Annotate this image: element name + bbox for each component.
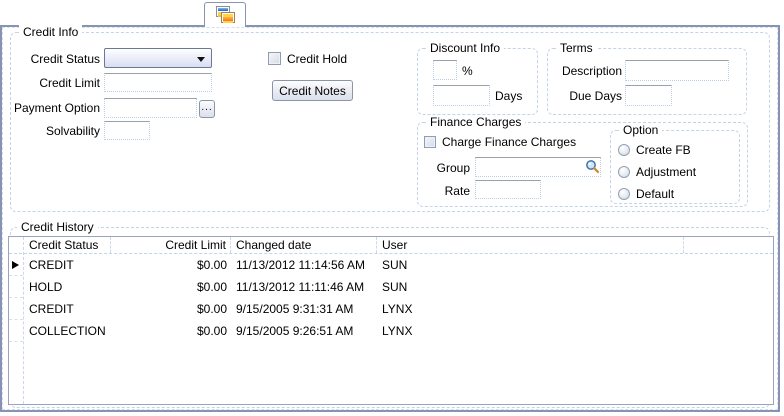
credit-info-window: Credit Info Credit Status Credit Limit P… xyxy=(0,0,784,416)
discount-percent-label: % xyxy=(462,64,473,78)
tab-credit-info[interactable] xyxy=(204,2,246,27)
cell-user: LYNX xyxy=(377,320,684,342)
radio-adjustment-label: Adjustment xyxy=(636,165,696,179)
table-row[interactable]: COLLECTION $0.00 9/15/2005 9:26:51 AM LY… xyxy=(9,320,773,342)
cell-changed-date: 11/13/2012 11:14:56 AM xyxy=(231,254,377,276)
group-title: Finance Charges xyxy=(426,115,525,129)
table-row[interactable]: CREDIT $0.00 9/15/2005 9:31:31 AM LYNX xyxy=(9,298,773,320)
discount-percent-field[interactable] xyxy=(433,60,457,80)
grid-header: Credit Status Credit Limit Changed date … xyxy=(9,237,773,254)
credit-notes-button[interactable]: Credit Notes xyxy=(272,80,353,101)
cell-user: SUN xyxy=(377,276,684,298)
credit-status-label: Credit Status xyxy=(10,52,100,66)
col-header-user[interactable]: User xyxy=(377,237,684,253)
cell-changed-date: 11/13/2012 11:11:46 AM xyxy=(231,276,377,298)
radio-create-fb[interactable] xyxy=(618,144,630,156)
credit-status-combobox[interactable] xyxy=(104,48,212,68)
row-selector-cell[interactable] xyxy=(9,276,23,298)
table-row[interactable]: CREDIT $0.00 11/13/2012 11:14:56 AM SUN xyxy=(9,254,773,276)
cell-user: LYNX xyxy=(377,298,684,320)
cell-user: SUN xyxy=(377,254,684,276)
radio-default-label: Default xyxy=(636,187,674,201)
payment-option-label: Payment Option xyxy=(6,101,100,115)
charge-finance-charges-checkbox[interactable] xyxy=(424,136,436,148)
col-header-credit-status[interactable]: Credit Status xyxy=(24,237,111,253)
cell-credit-status: COLLECTION xyxy=(24,320,111,342)
due-days-field[interactable] xyxy=(625,85,672,106)
form-panel: Credit Info Credit Status Credit Limit P… xyxy=(0,25,780,412)
solvability-label: Solvability xyxy=(10,124,100,138)
row-selector-cell[interactable] xyxy=(9,320,23,342)
current-row-arrow-icon xyxy=(12,261,19,269)
cell-credit-status: CREDIT xyxy=(24,254,111,276)
cell-credit-status: CREDIT xyxy=(24,298,111,320)
credit-limit-label: Credit Limit xyxy=(10,76,100,90)
solvability-field[interactable] xyxy=(104,121,150,140)
col-header-changed-date[interactable]: Changed date xyxy=(231,237,377,253)
radio-create-fb-label: Create FB xyxy=(636,143,691,157)
credit-history-grid: Credit Status Credit Limit Changed date … xyxy=(8,236,774,405)
cell-credit-status: HOLD xyxy=(24,276,111,298)
credit-limit-field[interactable] xyxy=(104,73,212,92)
charge-finance-charges-label: Charge Finance Charges xyxy=(442,135,576,149)
col-header-credit-limit[interactable]: Credit Limit xyxy=(111,237,231,253)
fc-group-field[interactable] xyxy=(475,157,601,177)
payment-option-browse-button[interactable]: ... xyxy=(199,100,215,118)
group-title: Discount Info xyxy=(426,41,504,55)
due-days-label: Due Days xyxy=(552,89,622,103)
cell-credit-limit: $0.00 xyxy=(111,298,231,320)
fc-group-label: Group xyxy=(420,161,470,175)
table-row[interactable]: HOLD $0.00 11/13/2012 11:11:46 AM SUN xyxy=(9,276,773,298)
payment-option-field[interactable] xyxy=(104,98,197,118)
cell-credit-limit: $0.00 xyxy=(111,254,231,276)
group-title: Credit Info xyxy=(19,25,82,39)
rate-field[interactable] xyxy=(475,180,541,199)
cell-changed-date: 9/15/2005 9:31:31 AM xyxy=(231,298,377,320)
description-label: Description xyxy=(552,64,622,78)
layered-list-icon xyxy=(216,6,236,24)
group-title: Terms xyxy=(556,41,597,55)
group-title: Option xyxy=(619,123,662,137)
row-selector-cell[interactable] xyxy=(9,298,23,320)
discount-days-field[interactable] xyxy=(433,85,490,106)
lookup-magnifier-icon[interactable] xyxy=(585,159,600,174)
rate-label: Rate xyxy=(420,184,470,198)
description-field[interactable] xyxy=(625,60,729,81)
radio-adjustment[interactable] xyxy=(618,166,630,178)
cell-credit-limit: $0.00 xyxy=(111,320,231,342)
credit-hold-label: Credit Hold xyxy=(287,52,347,66)
group-title: Credit History xyxy=(17,220,98,234)
cell-changed-date: 9/15/2005 9:26:51 AM xyxy=(231,320,377,342)
row-selector-cell[interactable] xyxy=(9,254,23,276)
credit-hold-checkbox[interactable] xyxy=(268,52,281,65)
radio-default[interactable] xyxy=(618,188,630,200)
discount-days-label: Days xyxy=(495,89,522,103)
cell-credit-limit: $0.00 xyxy=(111,276,231,298)
chevron-down-icon xyxy=(197,57,205,62)
